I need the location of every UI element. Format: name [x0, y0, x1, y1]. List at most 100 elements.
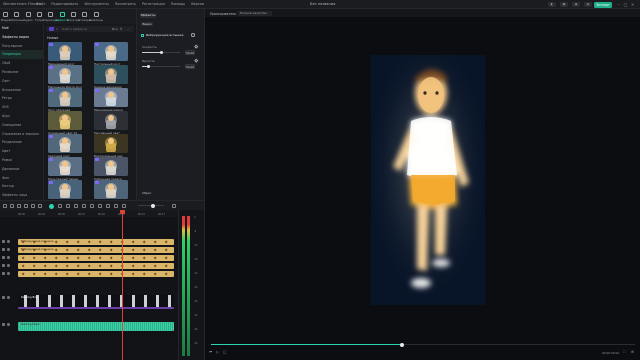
track-lock-icon[interactable]: [2, 264, 5, 267]
category-list-item[interactable]: Свет: [0, 77, 43, 86]
text-icon[interactable]: [82, 204, 86, 208]
effect-thumbnail[interactable]: [94, 88, 128, 107]
stabilize-icon[interactable]: [114, 204, 118, 208]
speed-icon[interactable]: [38, 204, 42, 208]
category-list-item[interactable]: Эффекты лица: [0, 191, 43, 200]
track-lock-icon[interactable]: [2, 240, 5, 243]
audio-clip[interactable]: [18, 322, 174, 331]
category-tab[interactable]: Титры: [34, 9, 45, 24]
color-icon[interactable]: [58, 204, 62, 208]
menu-item[interactable]: Посмотреть: [115, 2, 136, 6]
effect-card[interactable]: Рубленная пересе: [94, 157, 132, 181]
menu-item[interactable]: Редактировать: [51, 2, 78, 6]
track-visibility-icon[interactable]: [7, 256, 10, 259]
effect-thumbnail[interactable]: [94, 180, 128, 199]
reset-effect-icon[interactable]: [191, 33, 195, 37]
category-list-item[interactable]: Тенденции: [0, 50, 43, 60]
playback-progress[interactable]: [211, 342, 635, 347]
close-icon[interactable]: ×: [630, 2, 635, 7]
track-lock-icon[interactable]: [2, 256, 5, 259]
category-list-item[interactable]: Отражение и зеркало: [0, 130, 43, 139]
effect-thumbnail[interactable]: [94, 111, 128, 130]
track-lock-icon[interactable]: [2, 272, 5, 275]
effect-card[interactable]: Круг обзорная: [48, 88, 86, 112]
effect-thumbnail[interactable]: [48, 111, 82, 130]
category-tab[interactable]: Аудио: [23, 9, 34, 24]
mic-icon[interactable]: [74, 204, 78, 208]
track-lock-icon[interactable]: [2, 296, 5, 299]
tag-icon[interactable]: [49, 26, 54, 32]
play-icon[interactable]: ▷: [216, 350, 219, 354]
param-value-field[interactable]: 50.00: [185, 50, 195, 55]
render-icon[interactable]: [49, 203, 54, 209]
zoom-knob[interactable]: [151, 203, 155, 208]
mask-icon[interactable]: [122, 204, 126, 208]
effect-thumbnail[interactable]: [48, 134, 82, 153]
category-list-item[interactable]: Размытие: [0, 68, 43, 77]
effect-card[interactable]: Солнечный свет 01: [48, 111, 86, 135]
lightbulb-icon[interactable]: ◐: [548, 2, 556, 7]
effect-thumbnail[interactable]: [94, 65, 128, 84]
search-input[interactable]: Найти эффекты: [62, 27, 87, 31]
effect-thumbnail[interactable]: [94, 134, 128, 153]
category-list-item[interactable]: Контур: [0, 182, 43, 191]
track-lock-icon[interactable]: [2, 323, 5, 326]
delete-icon[interactable]: [17, 204, 21, 208]
param-value-field[interactable]: 50.00: [185, 64, 195, 69]
menu-item[interactable]: Инструменты: [84, 2, 108, 6]
category-list-item[interactable]: Моё: [0, 24, 43, 33]
reset-button[interactable]: Сброс: [142, 191, 151, 195]
player-tab[interactable]: Проигрыватель: [210, 12, 236, 16]
settings-icon[interactable]: ⚙: [631, 350, 634, 354]
keyframe-icon[interactable]: [194, 44, 199, 49]
effect-card[interactable]: Маленькая Дзета круг: [48, 65, 86, 89]
category-list-item[interactable]: Искажение: [0, 86, 43, 95]
category-list-item[interactable]: Рамка: [0, 156, 43, 165]
split-icon[interactable]: [24, 204, 28, 208]
layout-icon[interactable]: ▤: [584, 2, 592, 7]
category-list-item[interactable]: Эффекты видео: [0, 33, 43, 42]
param-slider-knob[interactable]: [147, 65, 151, 68]
timeline-ruler[interactable]: 00:0000:0200:0500:0700:1000:1200:1500:17: [0, 210, 178, 217]
param-slider-knob[interactable]: [159, 51, 163, 54]
effect-thumbnail[interactable]: [48, 157, 82, 176]
category-list-item[interactable]: Фон: [0, 174, 43, 183]
category-tab[interactable]: Медиа: [0, 9, 11, 24]
category-tab[interactable]: Облачные: [10, 9, 24, 24]
previous-frame-icon[interactable]: ⏮: [209, 350, 212, 354]
effect-thumbnail[interactable]: [94, 42, 128, 61]
quality-dropdown[interactable]: Полное качество: [238, 11, 272, 16]
category-tab[interactable]: Шаблоны: [89, 9, 103, 24]
effect-toggle-icon[interactable]: [141, 33, 144, 37]
filter-dropdown[interactable]: Все: [112, 27, 118, 31]
effect-card[interactable]: Камера движения: [94, 65, 132, 89]
account-icon[interactable]: ◉: [572, 2, 580, 7]
effect-clip[interactable]: [18, 263, 174, 269]
ai-icon[interactable]: [106, 204, 110, 208]
category-tab[interactable]: Переходы: [43, 9, 58, 24]
track-visibility-icon[interactable]: [7, 264, 10, 267]
effect-thumbnail[interactable]: [48, 180, 82, 199]
grid-icon[interactable]: [172, 204, 176, 208]
filter-icon[interactable]: ⚲: [120, 27, 122, 31]
tab-effects[interactable]: Эффекты: [140, 13, 156, 18]
track-visibility-icon[interactable]: [7, 248, 10, 251]
effect-thumbnail[interactable]: [48, 88, 82, 107]
effect-thumbnail[interactable]: [48, 42, 82, 61]
category-tab[interactable]: Стикеры: [78, 9, 91, 24]
category-list-item[interactable]: Освещение: [0, 121, 43, 130]
track-lock-icon[interactable]: [2, 248, 5, 251]
snapshot-icon[interactable]: [98, 204, 102, 208]
effect-card[interactable]: Пастельный круг: [94, 42, 132, 66]
category-list-item[interactable]: Шум: [0, 112, 43, 121]
effect-card[interactable]: Вертикальный мех: [94, 134, 132, 158]
category-list-item[interactable]: Ретро: [0, 94, 43, 103]
category-list-item[interactable]: VHS: [0, 103, 43, 112]
effect-thumbnail[interactable]: [48, 65, 82, 84]
menu-item[interactable]: Помощь: [171, 2, 185, 6]
minimize-icon[interactable]: –: [616, 2, 621, 7]
save-icon[interactable]: ▣: [560, 2, 568, 7]
track-visibility-icon[interactable]: [7, 296, 10, 299]
fullscreen-icon[interactable]: ⛶: [623, 350, 625, 354]
playhead-handle[interactable]: [120, 210, 125, 214]
